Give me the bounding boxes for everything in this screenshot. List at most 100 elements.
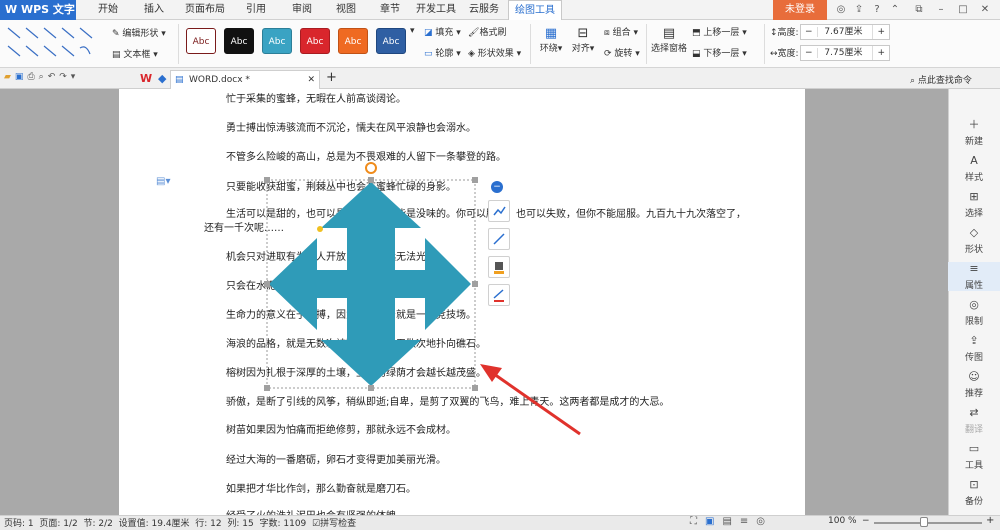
zoom-level[interactable]: 100 % bbox=[828, 516, 857, 526]
help-icon[interactable]: ? bbox=[870, 3, 884, 17]
height-decrease[interactable]: − bbox=[801, 27, 818, 37]
bring-forward-button[interactable]: ⬒ 上移一层 ▾ bbox=[692, 25, 747, 38]
panel-item-label: 属性 bbox=[964, 281, 983, 291]
rotate-button[interactable]: ⟳ 旋转 ▾ bbox=[604, 46, 640, 59]
send-backward-button[interactable]: ⬓ 下移一层 ▾ bbox=[692, 46, 747, 59]
spell-check-button[interactable]: ☑拼写检查 bbox=[312, 519, 356, 529]
wps-logo-small-icon[interactable]: W bbox=[140, 72, 152, 85]
format-brush-button[interactable]: 🖌格式刷 bbox=[468, 25, 506, 38]
paragraph[interactable]: 如果把才华比作剑，那么勤奋就是磨刀石。 bbox=[226, 480, 416, 495]
paragraph[interactable]: 勇士搏出惊涛骇流而不沉沦，懦夫在风平浪静也会溺水。 bbox=[226, 119, 476, 134]
shape-style-3[interactable]: Abc bbox=[300, 28, 330, 54]
panel-item-6[interactable]: ⇪ 传图 bbox=[948, 334, 1000, 363]
shape-effect-button[interactable]: ◈ 形状效果 ▾ bbox=[468, 46, 521, 59]
paragraph[interactable]: 经受了火的洗礼泥巴也会有坚强的体魄。 bbox=[226, 507, 406, 515]
shape-style-5[interactable]: Abc bbox=[376, 28, 406, 54]
cloud-doc-icon[interactable]: ◆ bbox=[158, 72, 166, 85]
panel-item-label: 新建 bbox=[964, 137, 983, 147]
line-shapes-gallery[interactable] bbox=[4, 24, 100, 64]
collapse-float-icon[interactable]: − bbox=[491, 181, 503, 193]
panel-item-0[interactable]: ＋ 新建 bbox=[948, 118, 1000, 147]
align-button[interactable]: ⊟ 对齐▾ bbox=[570, 26, 596, 54]
wrap-button[interactable]: ▦ 环绕▾ bbox=[538, 26, 564, 54]
tab-8[interactable]: 云服务 bbox=[464, 0, 504, 20]
quick-dropdown-icon[interactable]: ▾ bbox=[71, 72, 80, 82]
app-menu-button[interactable]: W WPS 文字 ▾ bbox=[0, 0, 76, 36]
tab-1[interactable]: 插入 bbox=[134, 0, 174, 20]
select-pane-button[interactable]: ▤ 选择窗格 bbox=[651, 26, 687, 54]
height-value[interactable]: 7.67厘米 bbox=[820, 27, 862, 37]
restore-icon[interactable]: ⧉ bbox=[912, 3, 926, 17]
paragraph[interactable]: 忙于采集的蜜蜂，无暇在人前高谈阔论。 bbox=[226, 90, 406, 105]
paragraph[interactable]: 树苗如果因为怕痛而拒绝修剪，那就永远不会成材。 bbox=[226, 421, 456, 436]
shape-edit-float-button[interactable] bbox=[488, 228, 510, 250]
shape-style-0[interactable]: Abc bbox=[186, 28, 216, 54]
paint-bucket-icon bbox=[494, 262, 504, 274]
maximize-icon[interactable]: □ bbox=[956, 3, 970, 17]
tab-0[interactable]: 开始 bbox=[88, 0, 128, 20]
panel-item-9[interactable]: ▭ 工具 bbox=[948, 442, 1000, 471]
share-icon[interactable]: ⇪ bbox=[852, 3, 866, 17]
width-decrease[interactable]: − bbox=[801, 48, 818, 58]
width-spinner[interactable]: − 7.75厘米 + bbox=[800, 45, 890, 61]
edit-shape-button[interactable]: ✎ 编辑形状 ▾ bbox=[112, 26, 166, 39]
four-way-arrow-shape[interactable] bbox=[263, 160, 483, 400]
textbox-button[interactable]: ▤ 文本框 ▾ bbox=[112, 47, 158, 60]
view-buttons[interactable]: ⛶▣▤≡◎ bbox=[690, 516, 773, 527]
zoom-slider-track[interactable] bbox=[874, 522, 982, 524]
collapse-ribbon-icon[interactable]: ⌃ bbox=[888, 3, 902, 17]
shape-style-4[interactable]: Abc bbox=[338, 28, 368, 54]
layout-options-button[interactable] bbox=[488, 200, 510, 222]
width-increase[interactable]: + bbox=[872, 46, 889, 60]
zoom-in-icon[interactable]: + bbox=[986, 515, 994, 526]
fill-float-button[interactable] bbox=[488, 256, 510, 278]
tab-2[interactable]: 页面布局 bbox=[178, 0, 232, 20]
tab-6[interactable]: 章节 bbox=[370, 0, 410, 20]
panel-item-5[interactable]: ◎ 限制 bbox=[948, 298, 1000, 327]
height-spinner[interactable]: − 7.67厘米 + bbox=[800, 24, 890, 40]
quick-access-icons[interactable]: ▰▣⎙⌕↶↷▾ bbox=[4, 72, 79, 82]
shape-style-2[interactable]: Abc bbox=[262, 28, 292, 54]
save-icon[interactable]: ▣ bbox=[15, 72, 28, 82]
shape-style-1[interactable]: Abc bbox=[224, 28, 254, 54]
more-styles-button[interactable]: ▾ bbox=[410, 26, 415, 36]
open-icon[interactable]: ▰ bbox=[4, 72, 15, 82]
zoom-slider-thumb[interactable] bbox=[920, 517, 928, 527]
skin-icon[interactable]: ◎ bbox=[834, 3, 848, 17]
paragraph-handle-icon[interactable]: ▤▾ bbox=[156, 176, 170, 187]
fill-button[interactable]: ◪ 填充 ▾ bbox=[424, 25, 461, 38]
close-tab-icon[interactable]: ✕ bbox=[307, 71, 315, 89]
paragraph[interactable]: 经过大海的一番磨砺，卵石才变得更加美丽光滑。 bbox=[226, 451, 446, 466]
panel-item-7[interactable]: ☺ 推荐 bbox=[948, 370, 1000, 399]
panel-item-4[interactable]: ≡ 属性 bbox=[948, 262, 1000, 291]
minimize-icon[interactable]: – bbox=[934, 3, 948, 17]
panel-item-8[interactable]: ⇄ 翻译 bbox=[948, 406, 1000, 435]
document-tab[interactable]: ▤ WORD.docx * ✕ bbox=[170, 70, 320, 89]
tab-7[interactable]: 开发工具 bbox=[412, 0, 460, 20]
tab-5[interactable]: 视图 bbox=[326, 0, 366, 20]
tab-9[interactable]: 绘图工具 bbox=[508, 0, 562, 20]
panel-item-label: 选择 bbox=[964, 209, 983, 219]
preview-icon[interactable]: ⌕ bbox=[39, 72, 48, 82]
outline-float-button[interactable] bbox=[488, 284, 510, 306]
panel-item-2[interactable]: ⊞ 选择 bbox=[948, 190, 1000, 219]
panel-item-10[interactable]: ⊡ 备份 bbox=[948, 478, 1000, 507]
outline-button[interactable]: ▭ 轮廓 ▾ bbox=[424, 46, 461, 59]
panel-item-3[interactable]: ◇ 形状 bbox=[948, 226, 1000, 255]
tab-3[interactable]: 引用 bbox=[236, 0, 276, 20]
annotation-arrow bbox=[480, 364, 581, 436]
login-button[interactable]: 未登录 bbox=[773, 0, 827, 20]
combine-button[interactable]: ⧈ 组合 ▾ bbox=[604, 25, 638, 38]
height-increase[interactable]: + bbox=[872, 25, 889, 39]
print-icon[interactable]: ⎙ bbox=[27, 72, 38, 82]
redo-icon[interactable]: ↷ bbox=[59, 72, 71, 82]
new-tab-icon[interactable]: + bbox=[326, 70, 337, 85]
panel-item-1[interactable]: A 样式 bbox=[948, 154, 1000, 183]
zoom-out-icon[interactable]: − bbox=[862, 516, 870, 526]
tools-icon: ▭ bbox=[968, 442, 980, 455]
undo-icon[interactable]: ↶ bbox=[48, 72, 60, 82]
tab-4[interactable]: 审阅 bbox=[282, 0, 322, 20]
width-value[interactable]: 7.75厘米 bbox=[820, 48, 862, 58]
command-search[interactable]: ⌕ 点此查找命令 bbox=[910, 73, 972, 86]
close-icon[interactable]: ✕ bbox=[978, 3, 992, 17]
